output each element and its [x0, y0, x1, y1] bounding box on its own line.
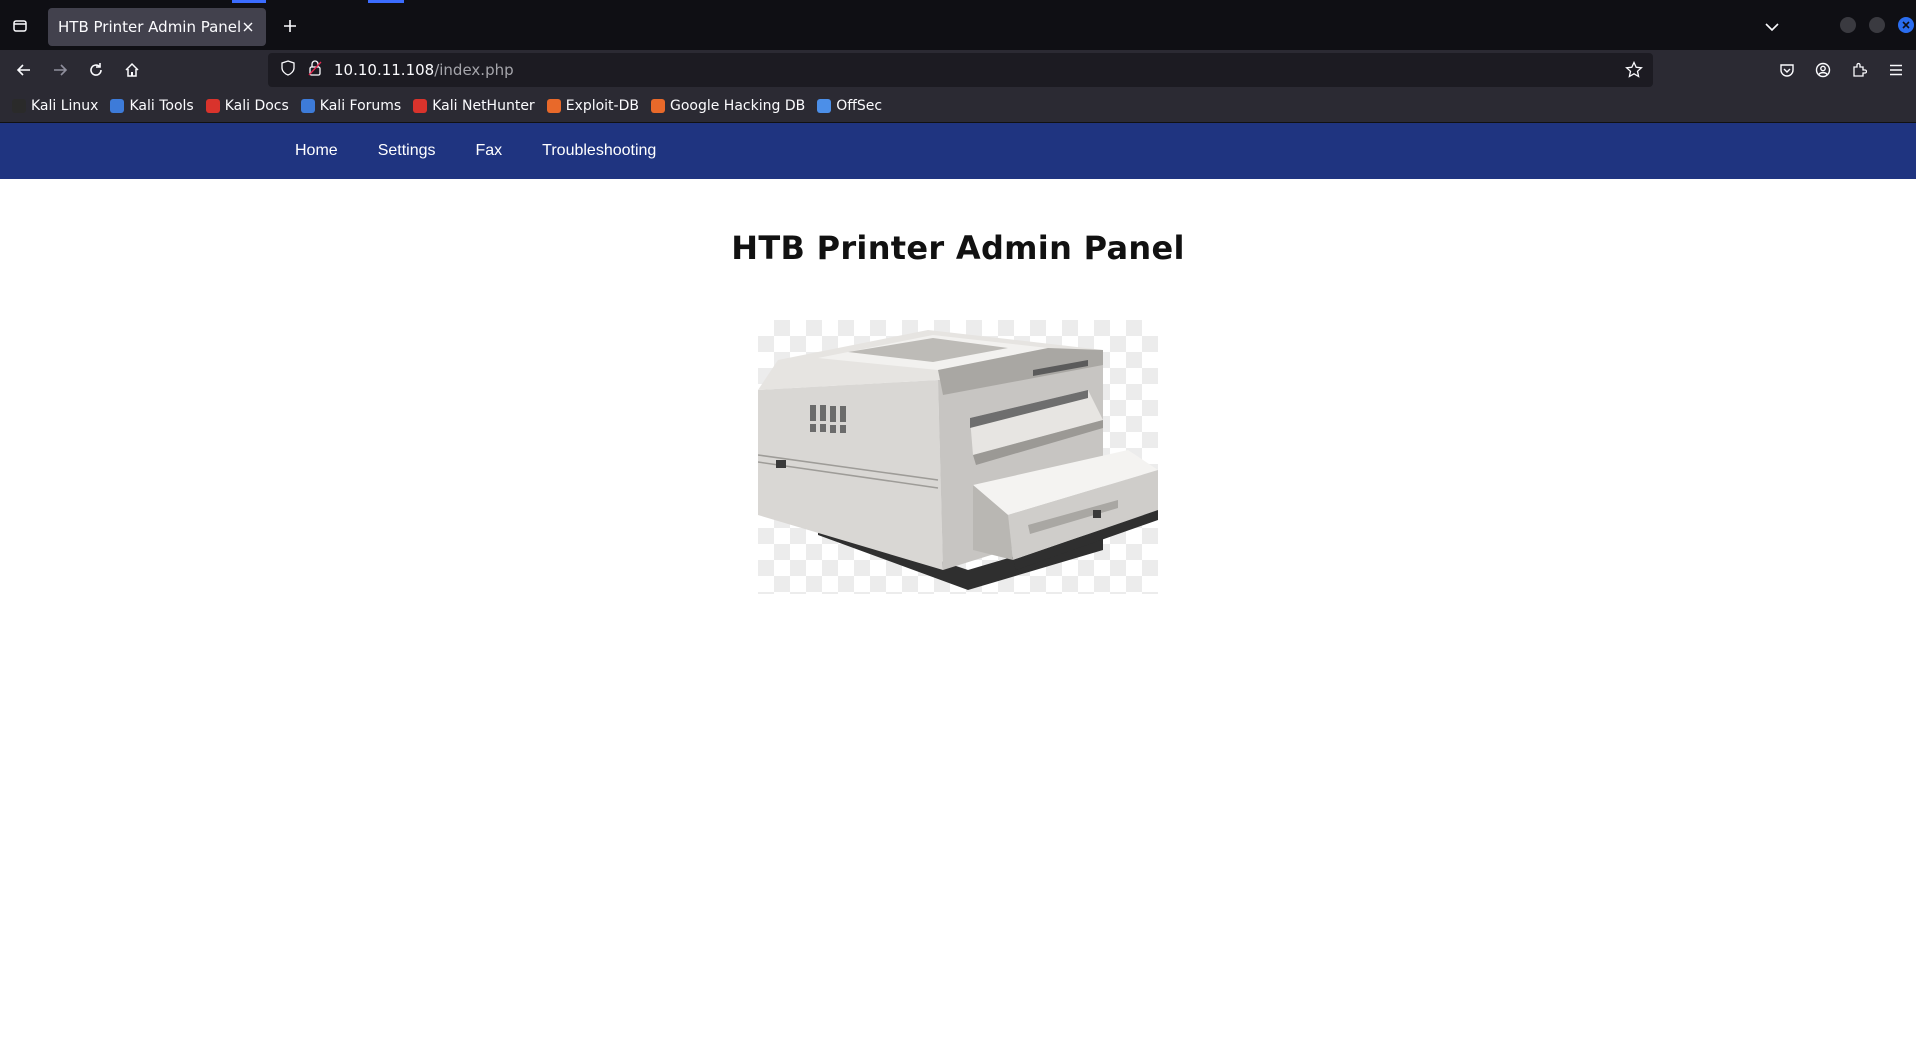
- maximize-window-button[interactable]: [1869, 17, 1885, 33]
- bookmark-kali-nethunter[interactable]: Kali NetHunter: [413, 98, 535, 114]
- account-icon[interactable]: [1811, 58, 1835, 82]
- nav-link-settings[interactable]: Settings: [378, 142, 436, 160]
- bookmarks-toolbar: Kali Linux Kali Tools Kali Docs Kali For…: [0, 90, 1916, 123]
- bookmark-kali-docs[interactable]: Kali Docs: [205, 98, 289, 114]
- close-window-button[interactable]: [1898, 17, 1914, 33]
- bookmark-kali-tools[interactable]: Kali Tools: [110, 98, 194, 114]
- bookmark-label: OffSec: [836, 98, 883, 114]
- bookmark-label: Google Hacking DB: [669, 98, 806, 114]
- pocket-icon[interactable]: [1775, 58, 1799, 82]
- kali-dragon-icon: [12, 99, 26, 113]
- minimize-window-button[interactable]: [1840, 17, 1856, 33]
- bookmark-label: Exploit-DB: [565, 98, 639, 114]
- bookmark-label: Kali Tools: [129, 98, 194, 114]
- url-text: 10.10.11.108/index.php: [334, 61, 514, 79]
- bookmark-kali-linux[interactable]: Kali Linux: [12, 98, 98, 114]
- bookmark-label: Kali Forums: [319, 98, 402, 114]
- active-tab[interactable]: HTB Printer Admin Panel: [48, 8, 266, 46]
- bookmark-label: Kali Linux: [31, 98, 99, 114]
- shield-icon[interactable]: [280, 60, 296, 80]
- printer-illustration: [757, 320, 1158, 594]
- home-icon[interactable]: [120, 58, 144, 82]
- bookmark-label: Kali Docs: [224, 98, 289, 114]
- url-path: /index.php: [434, 61, 514, 79]
- main-content: HTB Printer Admin Panel: [0, 229, 1916, 594]
- back-arrow-icon[interactable]: [12, 58, 36, 82]
- tab-title: HTB Printer Admin Panel: [58, 18, 240, 36]
- printer-icon: [757, 330, 1158, 590]
- nav-link-fax[interactable]: Fax: [476, 142, 503, 160]
- workspace-indicator: [232, 0, 266, 3]
- bookmark-star-icon[interactable]: [1625, 61, 1643, 79]
- kali-docs-icon: [205, 99, 220, 113]
- bookmark-exploit-db[interactable]: Exploit-DB: [546, 98, 639, 114]
- site-navigation-bar: Home Settings Fax Troubleshooting: [0, 123, 1916, 179]
- tabstrip-top-line: [0, 0, 1916, 3]
- forward-arrow-icon[interactable]: [48, 58, 72, 82]
- nethunter-icon: [413, 99, 428, 113]
- hamburger-menu-icon[interactable]: [1884, 58, 1908, 82]
- lock-insecure-icon[interactable]: [308, 60, 322, 80]
- navigation-toolbar: 10.10.11.108/index.php: [0, 50, 1916, 90]
- workspace-indicator: [368, 0, 404, 3]
- offsec-icon: [817, 99, 832, 113]
- nav-link-home[interactable]: Home: [295, 142, 338, 160]
- exploit-db-icon: [546, 99, 561, 113]
- bookmark-label: Kali NetHunter: [432, 98, 535, 114]
- ghdb-icon: [650, 99, 665, 113]
- kali-tools-icon: [110, 99, 125, 113]
- kali-forums-icon: [300, 99, 315, 113]
- page-title: HTB Printer Admin Panel: [731, 229, 1185, 267]
- reload-icon[interactable]: [84, 58, 108, 82]
- tab-strip: HTB Printer Admin Panel: [0, 0, 1916, 50]
- nav-link-troubleshooting[interactable]: Troubleshooting: [542, 142, 656, 160]
- tab-list-icon[interactable]: [8, 14, 32, 38]
- browser-chrome: HTB Printer Admin Panel 10.10.11.108/ind…: [0, 0, 1916, 123]
- new-tab-icon[interactable]: [278, 14, 302, 38]
- url-host: 10.10.11.108: [334, 61, 435, 79]
- bookmark-offsec[interactable]: OffSec: [817, 98, 882, 114]
- extensions-icon[interactable]: [1847, 58, 1871, 82]
- url-bar[interactable]: 10.10.11.108/index.php: [268, 53, 1653, 87]
- bookmark-google-hacking-db[interactable]: Google Hacking DB: [650, 98, 806, 114]
- bookmark-kali-forums[interactable]: Kali Forums: [300, 98, 402, 114]
- chevron-down-icon[interactable]: [1760, 15, 1784, 39]
- close-tab-icon[interactable]: [240, 19, 256, 35]
